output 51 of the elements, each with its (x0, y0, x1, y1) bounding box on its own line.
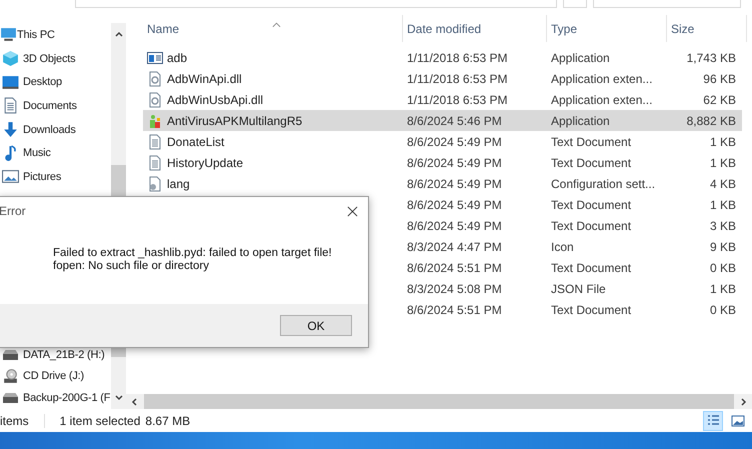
selection-status: 1 item selected (60, 414, 140, 428)
file-name: HistoryUpdate (167, 156, 244, 170)
size-cell-text: 1,743 KB (686, 50, 737, 64)
size-cell-text: 96 KB (702, 72, 737, 86)
type-cell-text: Icon (550, 240, 575, 254)
size-cell-text: 1 KB (708, 282, 737, 296)
date-cell-text: 8/6/2024 5:49 PM (406, 198, 503, 212)
size-cell-text: 9 KB (708, 240, 737, 254)
size-cell-text: 1 KB (708, 134, 737, 148)
type-cell-text: Text Document (550, 260, 632, 274)
item-count: items (0, 414, 29, 428)
date-cell-text: 1/11/2018 6:53 PM (406, 72, 509, 86)
selection-size: 8.67 MB (145, 414, 190, 428)
size-cell-text: 4 KB (708, 176, 737, 190)
date-cell-text: 8/6/2024 5:51 PM (406, 260, 503, 274)
date-cell-text: 8/6/2024 5:49 PM (406, 134, 503, 148)
type-cell-text: Configuration sett... (550, 176, 656, 190)
type-cell-text: Text Document (550, 156, 632, 170)
date-cell-text: 1/11/2018 6:53 PM (406, 92, 509, 106)
dialog-title: Error (0, 204, 26, 218)
type-cell-text: Text Document (550, 198, 632, 212)
date-cell-text: 8/6/2024 5:49 PM (406, 218, 503, 232)
date-cell-text: 1/11/2018 6:53 PM (406, 50, 509, 64)
type-cell-text: Application (550, 50, 611, 64)
size-cell-text: 1 KB (708, 198, 737, 212)
file-name: adb (167, 50, 188, 64)
size-cell-text: 1 KB (708, 156, 737, 170)
type-cell-text: Text Document (550, 218, 632, 232)
date-cell-text: 8/6/2024 5:49 PM (406, 176, 503, 190)
size-cell-text: 8,882 KB (686, 114, 737, 128)
date-cell-text: 8/6/2024 5:51 PM (406, 302, 503, 316)
type-cell-text: Text Document (550, 134, 632, 148)
type-cell-text: Text Document (550, 302, 632, 316)
size-cell-text: 0 KB (708, 302, 737, 316)
type-cell-text: Application (550, 114, 611, 128)
file-name: AdbWinApi.dll (167, 72, 242, 86)
date-cell-text: 8/3/2024 4:47 PM (406, 240, 503, 254)
error-message: Failed to extract _hashlib.pyd: failed to open target file! fopen: No such file or directory (53, 247, 333, 273)
size-cell-text: 3 KB (708, 218, 737, 232)
file-name: DonateList (167, 134, 224, 148)
size-cell-text: 0 KB (708, 260, 737, 274)
date-cell-text: 8/6/2024 5:49 PM (406, 156, 503, 170)
date-cell-text: 8/6/2024 5:46 PM (406, 114, 503, 128)
type-cell-text: Application exten... (550, 92, 654, 106)
type-cell-text: Application exten... (550, 72, 654, 86)
type-cell-text: JSON File (550, 282, 607, 296)
size-cell-text: 62 KB (702, 92, 737, 106)
file-name: AntiVirusAPKMultilangR5 (167, 114, 302, 128)
file-name: lang (167, 176, 190, 190)
file-name: AdbWinUsbApi.dll (167, 92, 264, 106)
date-cell-text: 8/3/2024 5:08 PM (406, 282, 503, 296)
